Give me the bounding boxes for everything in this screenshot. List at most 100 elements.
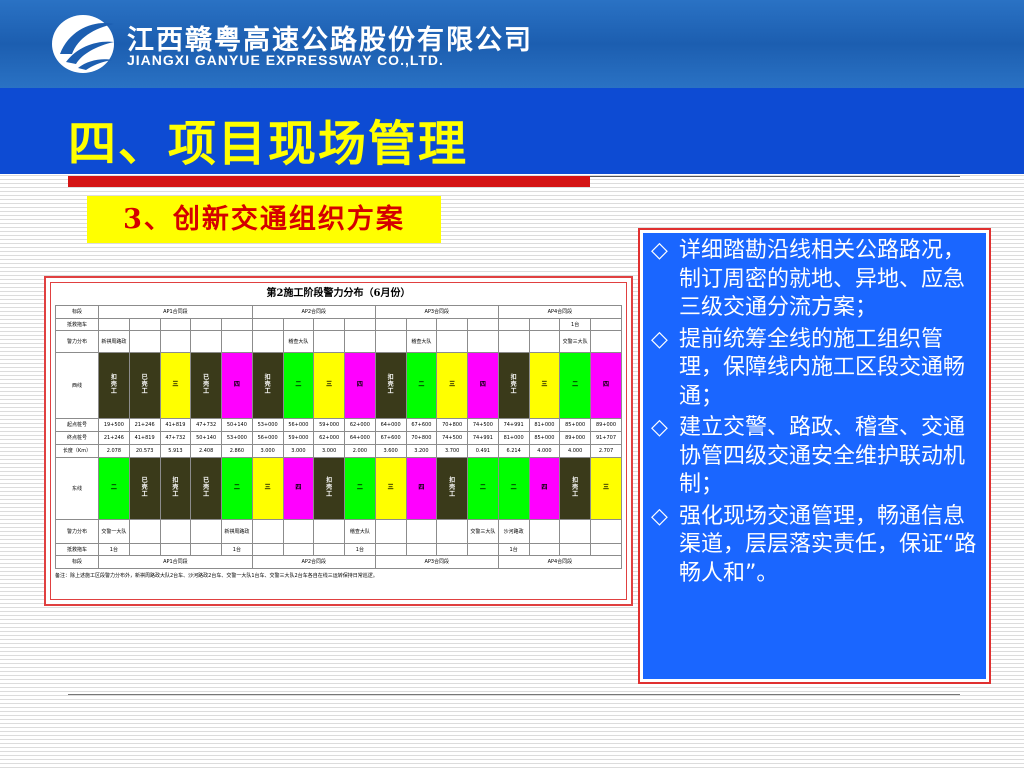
table-cell: 85+000 [559,418,591,432]
table-cell: 70+800 [436,418,468,432]
table-row-rescue_bottom: 抵救拖车 1台 1台 1台 1台 [55,543,622,556]
measure-item: ◇ 建立交警、路政、稽查、交通协管四级交通安全维护联动机制； [651,414,980,500]
phase-cell: 已 壳 工 [128,352,161,419]
table-cell [559,543,591,556]
table-cell: 6.214 [497,444,530,458]
table-cell: 稽查大队 [282,330,315,353]
phase-cell: 四 [221,352,253,419]
table-cell: 74+991 [497,418,530,432]
table-cell: 47+732 [159,431,192,445]
table-cell [467,330,499,353]
table-cell: 70+800 [405,431,438,445]
police-distribution-table: 标段 AP1合同段 AP2合同段 AP3合同段 AP4合同段 抵救拖车 1台 警力分布 新祺周路… [55,305,623,569]
table-cell [405,543,438,556]
table-cell [497,330,530,353]
table-cell: 1台 [98,543,130,556]
divider-line [590,176,960,177]
diamond-bullet-icon: ◇ [651,503,668,529]
phase-cell: 已 壳 工 [190,457,222,520]
phase-cell: 四 [282,457,315,520]
diamond-bullet-icon: ◇ [651,238,668,263]
measure-item: ◇ 提前统筹全线的施工组织管理，保障线内施工区段交通畅通； [651,326,980,412]
phase-cell: 二 [98,457,130,520]
measures-panel: ◇ 详细踏勘沿线相关公路路况，制订周密的就地、异地、应急三级交通分流方案； ◇ … [638,228,991,684]
diamond-bullet-icon: ◇ [651,415,668,440]
phase-cell: 四 [344,352,376,419]
phase-cell: 扣 壳 工 [559,457,591,520]
table-cell: 4.000 [528,444,561,458]
table-cell [590,519,622,544]
table-cell: 1台 [344,543,376,556]
table-cell [159,543,192,556]
footer-divider [68,694,960,695]
table-cell [128,543,161,556]
section-header-cell: AP3合同段 [374,305,499,319]
table-cell [590,330,622,353]
phase-cell: 扣 壳 工 [251,352,284,419]
table-cell: 47+732 [190,418,222,432]
table-row-end: 终点桩号 21+246 41+819 47+732 50+140 53+000 56+000… [55,431,622,445]
table-cell: 67+600 [374,431,407,445]
table-cell: 3.000 [313,444,345,458]
phase-cell: 已 壳 工 [128,457,161,520]
table-cell [467,318,499,331]
page-title: 四、项目现场管理 [68,116,469,172]
table-cell: 74+500 [436,431,468,445]
table-cell [374,543,407,556]
table-row-police_top: 警力分布 新祺周路政 稽查大队 稽查大队 交警三大队 [55,330,622,353]
table-cell: 41+819 [128,431,161,445]
table-cell: 2.707 [590,444,622,458]
table-cell: 1台 [221,543,253,556]
phase-cell: 三 [159,352,192,419]
table-cell [497,318,530,331]
table-title: 第2施工阶段警力分布（6月份） [266,288,411,299]
table-cell: 56+000 [282,418,315,432]
table-cell: 3.000 [251,444,284,458]
table-cell: 91+707 [590,431,622,445]
table-cell: 89+000 [590,418,622,432]
table-cell [190,318,222,331]
table-cell: 59+000 [313,418,345,432]
table-cell: 85+000 [528,431,561,445]
table-cell: 5.913 [159,444,192,458]
table-cell: 20.573 [128,444,161,458]
table-cell: 81+000 [528,418,561,432]
table-cell [282,543,315,556]
measure-text: 强化现场交通管理，畅通信息渠道，层层落实责任，保证“路畅人和”。 [679,503,977,586]
table-cell: 3.600 [374,444,407,458]
phase-cell: 扣 壳 工 [374,352,407,419]
table-cell [190,543,222,556]
table-cell: 21+246 [128,418,161,432]
police-distribution-table-frame: 第2施工阶段警力分布（6月份） 标段 AP1合同段 AP2合同段 AP3合同段 AP4合… [44,276,633,606]
table-cell: 沙河路政 [497,519,530,544]
measure-text: 建立交警、路政、稽查、交通协管四级交通安全维护联动机制； [679,415,966,497]
table-row-westbound: 西线扣 壳 工已 壳 工三已 壳 工四扣 壳 工二三四扣 壳 工二三四扣 壳 工… [55,352,622,419]
table-cell [190,330,222,353]
table-cell [405,519,438,544]
table-note: 备注：除上述施工区段警力分布外，新祺周路政大队2台车、沙河路政2台车、交警一大队… [55,573,378,579]
table-cell [374,330,407,353]
table-cell [313,543,345,556]
table-cell [528,318,561,331]
section-header-cell: AP2合同段 [251,305,376,319]
table-cell [98,318,130,331]
table-cell: 2.078 [98,444,130,458]
table-cell [436,519,468,544]
section-header-cell: AP3合同段 [374,555,499,569]
table-cell [159,318,192,331]
table-cell: 交警一大队 [98,519,130,544]
table-cell [128,519,161,544]
row-label: 标段 [55,555,99,569]
table-cell [251,318,284,331]
table-cell: 3.000 [282,444,315,458]
row-label: 终点桩号 [55,431,99,445]
phase-cell: 四 [467,352,499,419]
table-cell: 交警三大队 [559,330,591,353]
table-cell: 62+000 [344,418,376,432]
phase-cell: 二 [282,352,315,419]
section-subtitle: 3、创新交通组织方案 [87,196,441,243]
phase-cell: 三 [251,457,284,520]
table-cell [436,318,468,331]
measure-item: ◇ 强化现场交通管理，畅通信息渠道，层层落实责任，保证“路畅人和”。 [651,503,980,589]
table-cell: 新祺周路政 [221,519,253,544]
